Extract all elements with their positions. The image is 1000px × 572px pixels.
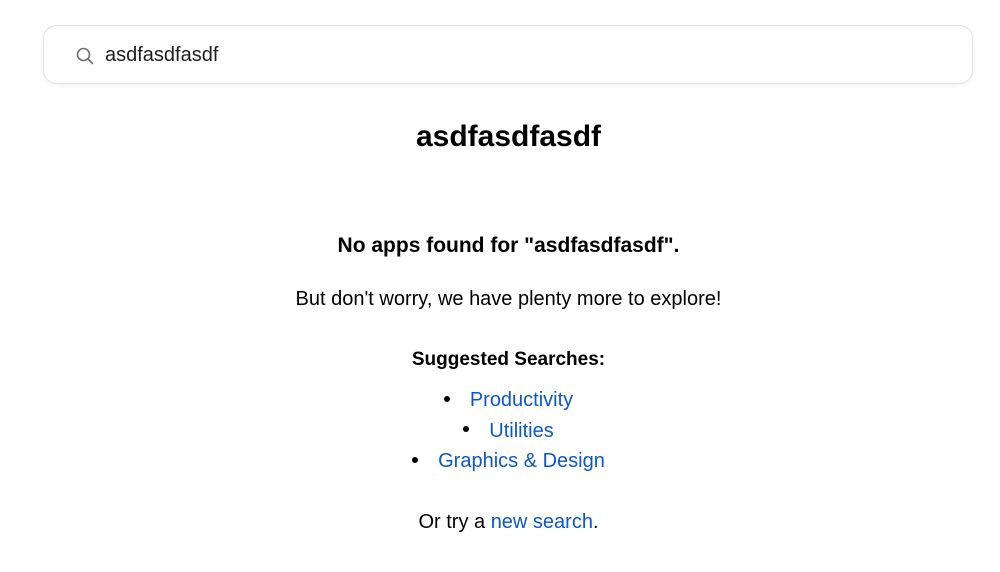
- suggestion-link-productivity[interactable]: Productivity: [470, 389, 573, 411]
- try-prefix-text: Or try a: [418, 511, 491, 533]
- suggested-searches-heading: Suggested Searches:: [411, 349, 606, 370]
- bullet-icon: [412, 456, 419, 463]
- suggested-searches-list: Productivity Utilities Graphics & Design: [0, 385, 1000, 477]
- list-item: Productivity: [0, 385, 1000, 416]
- explore-message: But don't worry, we have plenty more to …: [295, 288, 722, 310]
- try-new-search-line: Or try a new search.: [0, 507, 1000, 537]
- suggestion-link-graphics-design[interactable]: Graphics & Design: [438, 450, 605, 472]
- page-title: asdfasdfasdf: [415, 120, 602, 153]
- list-item: Utilities: [0, 416, 1000, 447]
- list-item: Graphics & Design: [0, 446, 1000, 477]
- try-suffix-text: .: [592, 511, 599, 533]
- bullet-icon: [443, 395, 450, 402]
- no-results-message: No apps found for "asdfasdfasdf".: [337, 234, 680, 257]
- suggestion-link-utilities[interactable]: Utilities: [489, 420, 553, 442]
- search-icon: [76, 47, 94, 65]
- search-input[interactable]: [105, 40, 945, 70]
- new-search-link[interactable]: new search: [491, 511, 593, 533]
- bullet-icon: [463, 426, 470, 433]
- search-bar[interactable]: [43, 25, 973, 84]
